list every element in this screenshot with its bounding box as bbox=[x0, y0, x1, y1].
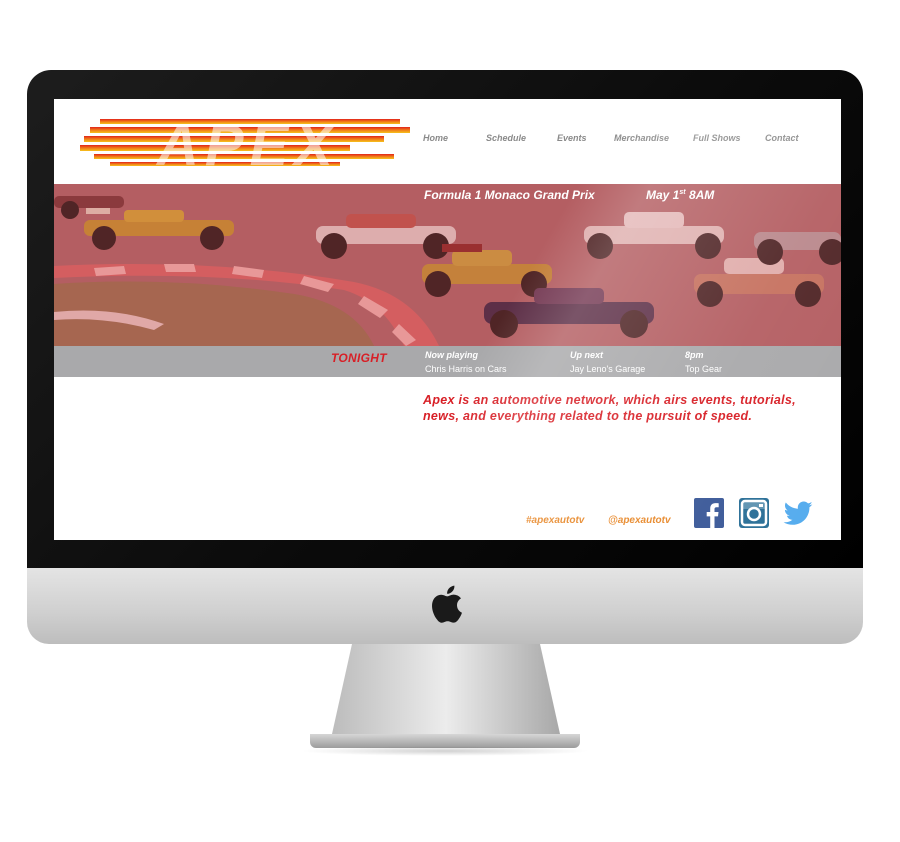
slot-show: Chris Harris on Cars bbox=[425, 364, 507, 374]
browser-screen: APEX Home Schedule Events Merchandise Fu… bbox=[54, 99, 841, 540]
site-header: APEX Home Schedule Events Merchandise Fu… bbox=[54, 99, 841, 184]
nav-full-shows[interactable]: Full Shows bbox=[693, 133, 741, 143]
instagram-icon[interactable] bbox=[739, 498, 769, 528]
apex-logo[interactable]: APEX bbox=[80, 113, 420, 175]
logo-wordmark: APEX bbox=[155, 113, 339, 175]
slot-show: Jay Leno's Garage bbox=[570, 364, 646, 374]
nav-events[interactable]: Events bbox=[557, 133, 587, 143]
hero-event-date: May 1st 8AM bbox=[646, 188, 714, 202]
schedule-slot-up-next[interactable]: Up next Jay Leno's Garage bbox=[570, 350, 645, 374]
hero-date-time: 8AM bbox=[688, 188, 715, 202]
hero-event-title: Formula 1 Monaco Grand Prix bbox=[424, 188, 595, 202]
handle-link[interactable]: @apexautotv bbox=[608, 515, 671, 526]
slot-heading: Up next bbox=[570, 350, 604, 360]
tonight-label: TONIGHT bbox=[331, 351, 387, 365]
slot-heading: Now playing bbox=[425, 350, 479, 360]
slot-heading: 8pm bbox=[685, 350, 704, 360]
race-photo bbox=[54, 184, 841, 346]
schedule-bar: TONIGHT Now playing Chris Harris on Cars… bbox=[54, 346, 841, 377]
nav-schedule[interactable]: Schedule bbox=[486, 133, 526, 143]
hero-banner[interactable]: Formula 1 Monaco Grand Prix May 1st 8AM bbox=[54, 184, 841, 346]
schedule-slot-8pm[interactable]: 8pm Top Gear bbox=[685, 350, 722, 374]
about-text: Apex is an automotive network, which air… bbox=[423, 393, 796, 423]
slot-show: Top Gear bbox=[685, 364, 723, 374]
nav-contact[interactable]: Contact bbox=[765, 133, 799, 143]
schedule-slot-now-playing[interactable]: Now playing Chris Harris on Cars bbox=[425, 350, 507, 374]
facebook-icon[interactable] bbox=[694, 498, 724, 528]
hero-date-suffix: st bbox=[679, 189, 686, 196]
hero-date-day: May 1 bbox=[646, 188, 680, 202]
main-nav: Home Schedule Events Merchandise Full Sh… bbox=[409, 133, 829, 149]
nav-home[interactable]: Home bbox=[423, 133, 448, 143]
apple-logo-icon bbox=[432, 585, 462, 623]
twitter-icon[interactable] bbox=[783, 498, 813, 528]
monitor-foot-shadow bbox=[300, 746, 590, 756]
nav-merchandise[interactable]: Merchandise bbox=[614, 133, 669, 143]
hashtag-link[interactable]: #apexautotv bbox=[526, 515, 584, 526]
